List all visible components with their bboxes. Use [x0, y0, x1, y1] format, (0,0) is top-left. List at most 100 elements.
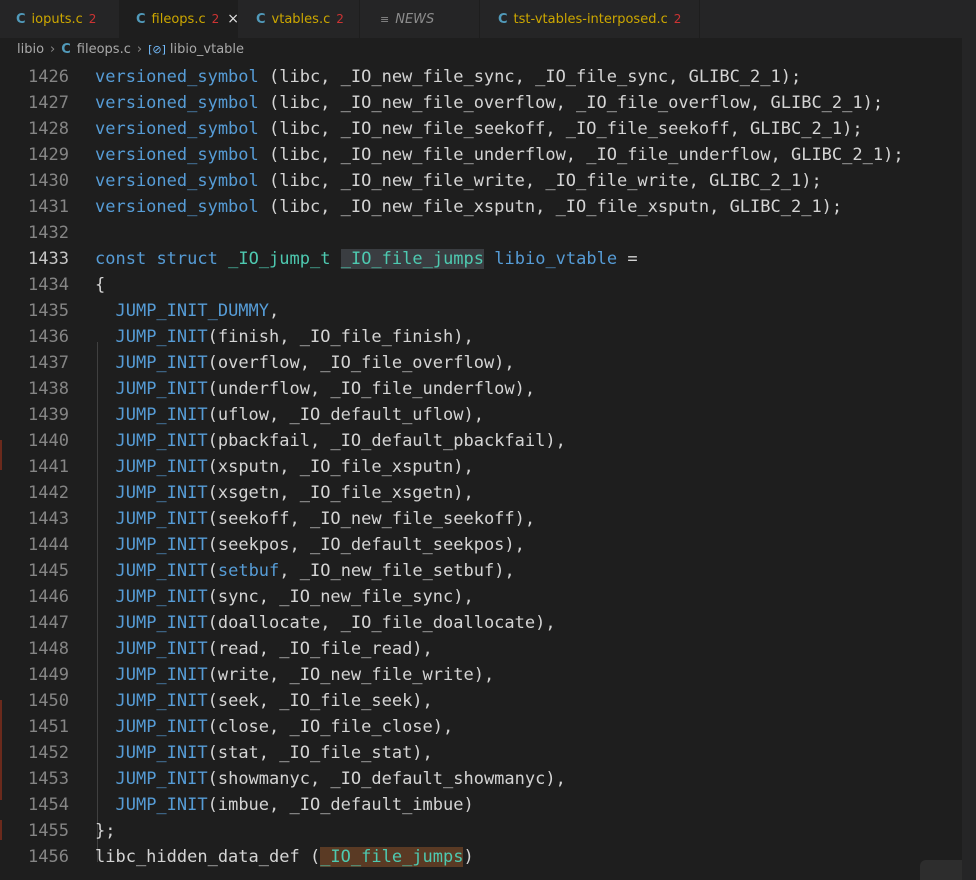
code-token: JUMP_INIT	[115, 613, 208, 633]
code-text: JUMP_INIT(seekpos, _IO_default_seekpos),	[95, 532, 524, 558]
code-token: (libc, _IO_new_file_sync, _IO_file_sync,…	[258, 67, 802, 87]
breadcrumb: libio › C fileops.c › [⊘] libio_vtable	[0, 38, 962, 60]
code-token: libc_hidden_data_def	[95, 847, 300, 867]
code-token: (imbue, _IO_default_imbue)	[207, 795, 474, 815]
code-line[interactable]: 1441 JUMP_INIT(xsputn, _IO_file_xsputn),	[0, 454, 962, 480]
code-line[interactable]: 1450 JUMP_INIT(seek, _IO_file_seek),	[0, 688, 962, 714]
code-line[interactable]: 1430 versioned_symbol (libc, _IO_new_file…	[0, 168, 962, 194]
tab-vtables[interactable]: C vtables.c 2	[238, 0, 360, 38]
code-token: (uflow, _IO_default_uflow),	[207, 405, 484, 425]
code-line[interactable]: 1449 JUMP_INIT(write, _IO_new_file_write…	[0, 662, 962, 688]
code-text: versioned_symbol (libc, _IO_new_file_xsp…	[95, 194, 842, 220]
code-line[interactable]: 1432	[0, 220, 962, 246]
corner-button[interactable]	[920, 860, 962, 880]
code-token: const	[95, 249, 147, 269]
code-line[interactable]: 1439 JUMP_INIT(uflow, _IO_default_uflow)…	[0, 402, 962, 428]
list-icon: ≡	[380, 12, 390, 26]
code-line[interactable]: 1427 versioned_symbol (libc, _IO_new_file…	[0, 90, 962, 116]
code-line[interactable]: 1431 versioned_symbol (libc, _IO_new_file…	[0, 194, 962, 220]
code-token: (close, _IO_file_close),	[207, 717, 454, 737]
code-line[interactable]: 1440 JUMP_INIT(pbackfail, _IO_default_pb…	[0, 428, 962, 454]
variable-icon: [⊘]	[148, 42, 166, 56]
code-text: JUMP_INIT(underflow, _IO_file_underflow)…	[95, 376, 535, 402]
code-line[interactable]: 1426 versioned_symbol (libc, _IO_new_file…	[0, 64, 962, 90]
code-line[interactable]: 1435 JUMP_INIT_DUMMY,	[0, 298, 962, 324]
code-token: (libc, _IO_new_file_seekoff, _IO_file_se…	[258, 119, 863, 139]
c-file-icon: C	[498, 11, 508, 27]
line-number: 1442	[28, 483, 69, 503]
code-line[interactable]: 1444 JUMP_INIT(seekpos, _IO_default_seek…	[0, 532, 962, 558]
code-line[interactable]: 1447 JUMP_INIT(doallocate, _IO_file_doal…	[0, 610, 962, 636]
code-text: JUMP_INIT(showmanyc, _IO_default_showman…	[95, 766, 565, 792]
code-line[interactable]: 1433 const struct _IO_jump_t _IO_file_jum…	[0, 246, 962, 272]
code-text: JUMP_INIT(doallocate, _IO_file_doallocat…	[95, 610, 555, 636]
code-line[interactable]: 1454 JUMP_INIT(imbue, _IO_default_imbue)	[0, 792, 962, 818]
code-token: (sync, _IO_new_file_sync),	[207, 587, 474, 607]
code-token: };	[95, 821, 116, 841]
code-token: (	[207, 561, 218, 581]
code-text: JUMP_INIT(write, _IO_new_file_write),	[95, 662, 494, 688]
code-token: ,	[269, 301, 280, 321]
line-number: 1450	[28, 691, 69, 711]
code-line[interactable]: 1434 {	[0, 272, 962, 298]
code-line[interactable]: 1436 JUMP_INIT(finish, _IO_file_finish),	[0, 324, 962, 350]
code-text: JUMP_INIT(uflow, _IO_default_uflow),	[95, 402, 484, 428]
code-line[interactable]: 1443 JUMP_INIT(seekoff, _IO_new_file_see…	[0, 506, 962, 532]
code-line[interactable]: 1451 JUMP_INIT(close, _IO_file_close),	[0, 714, 962, 740]
breadcrumb-file[interactable]: fileops.c	[77, 42, 131, 57]
code-text: const struct _IO_jump_t _IO_file_jumps l…	[95, 246, 638, 272]
code-token: struct	[156, 249, 218, 269]
code-token: versioned_symbol	[95, 171, 259, 191]
vertical-scrollbar[interactable]	[962, 0, 976, 880]
code-line[interactable]: 1456 libc_hidden_data_def (_IO_file_jumps…	[0, 844, 962, 870]
code-line[interactable]: 1428 versioned_symbol (libc, _IO_new_file…	[0, 116, 962, 142]
code-token: (read, _IO_file_read),	[207, 639, 433, 659]
code-line[interactable]: 1455};	[0, 818, 962, 844]
code-text: JUMP_INIT(overflow, _IO_file_overflow),	[95, 350, 514, 376]
code-line[interactable]: 1442 JUMP_INIT(xsgetn, _IO_file_xsgetn),	[0, 480, 962, 506]
code-line[interactable]: 1452 JUMP_INIT(stat, _IO_file_stat),	[0, 740, 962, 766]
code-line[interactable]: 1429 versioned_symbol (libc, _IO_new_file…	[0, 142, 962, 168]
line-number: 1440	[28, 431, 69, 451]
code-token: (libc, _IO_new_file_write, _IO_file_writ…	[258, 171, 822, 191]
code-line[interactable]: 1437 JUMP_INIT(overflow, _IO_file_overfl…	[0, 350, 962, 376]
line-number: 1427	[28, 93, 69, 113]
code-token: _IO_file_jumps	[320, 847, 464, 867]
code-text: {	[95, 272, 105, 298]
code-text: JUMP_INIT(seekoff, _IO_new_file_seekoff)…	[95, 506, 535, 532]
code-line[interactable]: 1453 JUMP_INIT(showmanyc, _IO_default_sh…	[0, 766, 962, 792]
line-number: 1441	[28, 457, 69, 477]
line-number: 1453	[28, 769, 69, 789]
code-token: JUMP_INIT	[115, 639, 208, 659]
tab-fileops[interactable]: C fileops.c 2 ×	[120, 0, 239, 38]
breadcrumb-symbol[interactable]: libio_vtable	[170, 42, 244, 57]
gutter-change-marker	[0, 700, 2, 800]
gutter-change-marker	[0, 820, 2, 840]
code-editor[interactable]: 1426 versioned_symbol (libc, _IO_new_file…	[0, 60, 962, 880]
code-text: JUMP_INIT(xsputn, _IO_file_xsputn),	[95, 454, 473, 480]
code-token: versioned_symbol	[95, 93, 259, 113]
c-file-icon: C	[256, 11, 266, 27]
code-line[interactable]: 1448 JUMP_INIT(read, _IO_file_read),	[0, 636, 962, 662]
tab-tst-vtables-interposed[interactable]: C tst-vtables-interposed.c 2	[480, 0, 700, 38]
code-line[interactable]: 1445 JUMP_INIT(setbuf, _IO_new_file_setb…	[0, 558, 962, 584]
tab-news[interactable]: ≡ NEWS	[360, 0, 480, 38]
code-token: (libc, _IO_new_file_xsputn, _IO_file_xsp…	[258, 197, 843, 217]
code-token: JUMP_INIT	[115, 535, 208, 555]
code-token: JUMP_INIT_DUMMY	[115, 301, 270, 321]
code-line[interactable]: 1438 JUMP_INIT(underflow, _IO_file_under…	[0, 376, 962, 402]
code-text: JUMP_INIT(pbackfail, _IO_default_pbackfa…	[95, 428, 565, 454]
line-number: 1444	[28, 535, 69, 555]
code-line[interactable]: 1446 JUMP_INIT(sync, _IO_new_file_sync),	[0, 584, 962, 610]
code-token: (seekoff, _IO_new_file_seekoff),	[207, 509, 536, 529]
breadcrumb-folder[interactable]: libio	[17, 42, 44, 57]
tab-ioputs[interactable]: C ioputs.c 2	[0, 0, 120, 38]
code-text: libc_hidden_data_def (_IO_file_jumps)	[95, 844, 474, 870]
code-token: (stat, _IO_file_stat),	[207, 743, 433, 763]
